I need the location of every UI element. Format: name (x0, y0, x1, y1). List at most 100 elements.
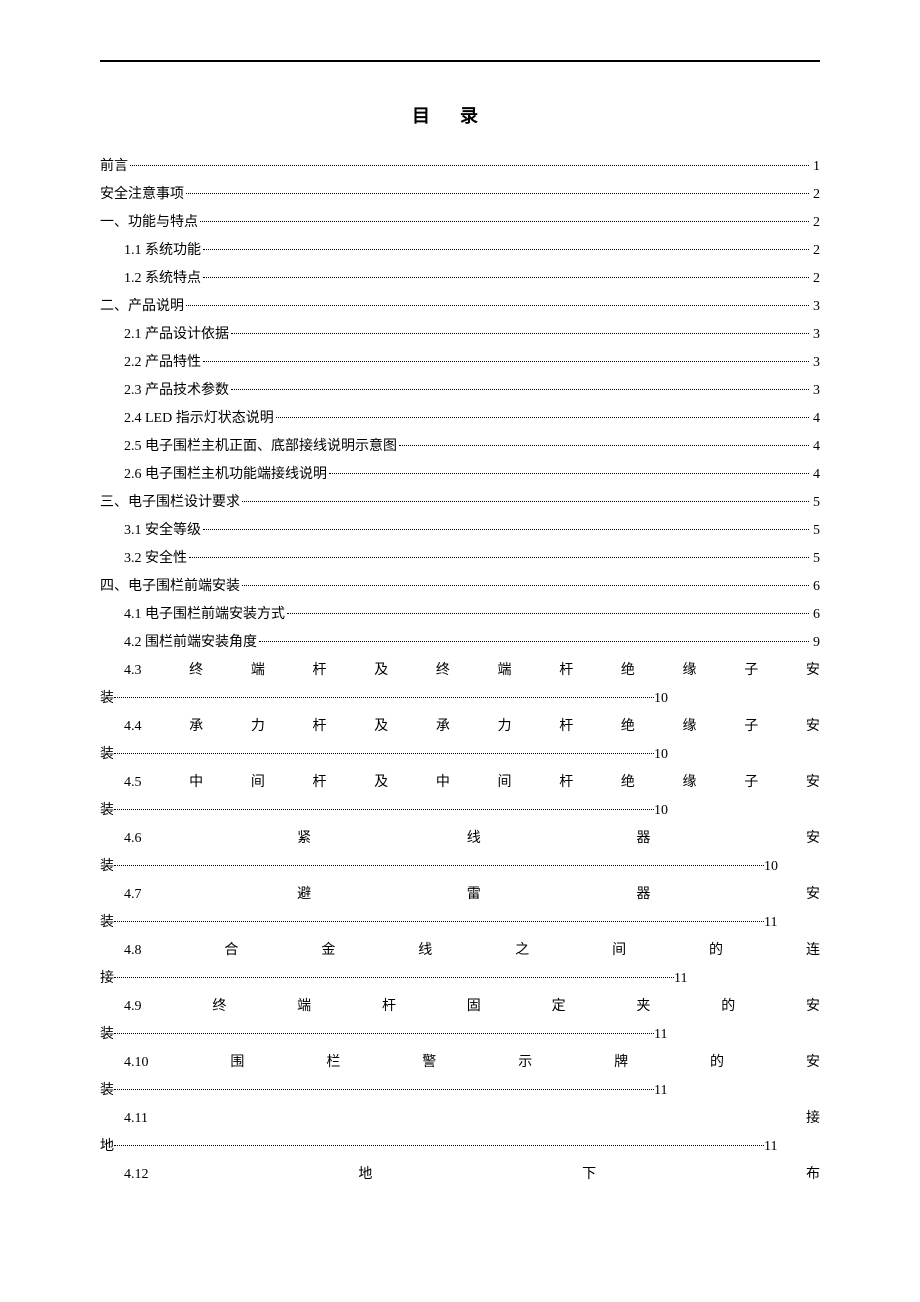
toc-justified-char: 的 (721, 993, 735, 1021)
toc-justified-char: 绝 (621, 769, 635, 797)
toc-leader-dots (203, 277, 809, 278)
toc-entry: 4.1 电子围栏前端安装方式6 (100, 601, 820, 629)
toc-entry-label: 2.6 电子围栏主机功能端接线说明 (100, 461, 327, 489)
toc-entry-justified: 4.12地下布 (100, 1161, 820, 1189)
toc-justified-char: 4.10 (124, 1049, 149, 1077)
toc-justified-char: 避 (297, 881, 311, 909)
toc-leader-dots (203, 249, 809, 250)
toc-justified-char: 安 (806, 657, 820, 685)
toc-justified-char: 杆 (559, 769, 573, 797)
toc-entry-justified: 4.5中间杆及中间杆绝缘子安 (100, 769, 820, 797)
toc-page-number: 6 (811, 601, 820, 629)
toc-justified-char: 夹 (636, 993, 650, 1021)
toc-justified-char: 警 (422, 1049, 436, 1077)
toc-leader-dots (203, 361, 809, 362)
toc-justified-char: 栏 (326, 1049, 340, 1077)
toc-page-number: 4 (811, 461, 820, 489)
toc-page-number: 10 (654, 741, 668, 769)
toc-leader-dots (114, 921, 764, 922)
toc-leader-dots (231, 333, 809, 334)
toc-entry: 2.5 电子围栏主机正面、底部接线说明示意图4 (100, 433, 820, 461)
toc-page-number: 2 (811, 181, 820, 209)
toc-entry-justified: 4.6紧线器安 (100, 825, 820, 853)
toc-justified-char: 间 (251, 769, 265, 797)
toc-page-number: 3 (811, 321, 820, 349)
toc-justified-char: 端 (297, 993, 311, 1021)
toc-justified-char: 终 (189, 657, 203, 685)
toc-justified-char: 4.7 (124, 881, 142, 909)
toc-entry-continuation: 地11 (100, 1133, 820, 1161)
toc-justified-char: 紧 (297, 825, 311, 853)
toc-page-number: 4 (811, 433, 820, 461)
toc-entry-continuation: 装 10 (100, 741, 820, 769)
toc-leader-dots (329, 473, 809, 474)
toc-justified-char: 端 (251, 657, 265, 685)
toc-continuation-label: 地 (100, 1133, 114, 1161)
toc-page-number: 11 (654, 1021, 667, 1049)
toc-entry-label: 一、功能与特点 (100, 209, 198, 237)
toc-entry-justified: 4.7避雷器安 (100, 881, 820, 909)
toc-justified-char: 的 (709, 937, 723, 965)
toc-justified-char: 4.8 (124, 937, 142, 965)
toc-leader-dots (186, 305, 809, 306)
toc-leader-dots (114, 865, 764, 866)
toc-entry: 1.1 系统功能2 (100, 237, 820, 265)
toc-leader-dots (114, 1145, 764, 1146)
toc-leader-dots (399, 445, 809, 446)
toc-entry: 三、电子围栏设计要求5 (100, 489, 820, 517)
toc-entry: 3.2 安全性5 (100, 545, 820, 573)
toc-page-number: 2 (811, 209, 820, 237)
toc-justified-char: 4.11 (124, 1105, 148, 1133)
top-rule (100, 60, 820, 62)
toc-justified-char: 固 (467, 993, 481, 1021)
toc-justified-char: 杆 (313, 769, 327, 797)
toc-justified-char: 4.6 (124, 825, 142, 853)
toc-justified-char: 器 (636, 825, 650, 853)
toc-justified-char: 承 (189, 713, 203, 741)
toc-leader-dots (186, 193, 809, 194)
toc-page-number: 5 (811, 517, 820, 545)
toc-entry-label: 3.2 安全性 (100, 545, 187, 573)
toc-continuation-label: 装 (100, 741, 114, 769)
toc-justified-char: 器 (636, 881, 650, 909)
toc-justified-char: 绝 (621, 713, 635, 741)
toc-justified-char: 之 (515, 937, 529, 965)
toc-justified-char: 定 (552, 993, 566, 1021)
toc-justified-char: 缘 (683, 657, 697, 685)
toc-page-number: 1 (811, 153, 820, 181)
toc-entry-label: 2.2 产品特性 (100, 349, 201, 377)
toc-justified-char: 中 (189, 769, 203, 797)
toc-leader-dots (114, 977, 674, 978)
toc-entry-label: 1.2 系统特点 (100, 265, 201, 293)
toc-justified-char: 的 (710, 1049, 724, 1077)
toc-justified-char: 子 (744, 713, 758, 741)
toc-leader-dots (189, 557, 809, 558)
toc-page-number: 3 (811, 349, 820, 377)
toc-justified-char: 杆 (313, 657, 327, 685)
toc-justified-char: 子 (744, 657, 758, 685)
toc-justified-char: 终 (436, 657, 450, 685)
toc-entry: 四、电子围栏前端安装6 (100, 573, 820, 601)
toc-entry: 1.2 系统特点2 (100, 265, 820, 293)
toc-justified-char: 及 (374, 657, 388, 685)
toc-justified-char: 端 (498, 657, 512, 685)
toc-entry-continuation: 装11 (100, 909, 820, 937)
toc-justified-char: 杆 (313, 713, 327, 741)
toc-justified-char: 承 (436, 713, 450, 741)
toc-justified-char: 牌 (614, 1049, 628, 1077)
toc-justified-char: 雷 (467, 881, 481, 909)
toc-entry-justified: 4.11接 (100, 1105, 820, 1133)
toc-justified-char: 示 (518, 1049, 532, 1077)
toc-entry-justified: 4.3终端杆及终端杆绝缘子安 (100, 657, 820, 685)
toc-continuation-label: 装 (100, 853, 114, 881)
toc-entry-label: 2.3 产品技术参数 (100, 377, 229, 405)
toc-entry: 一、功能与特点 2 (100, 209, 820, 237)
toc-leader-dots (276, 417, 809, 418)
document-page: 目录 前言1安全注意事项2一、功能与特点21.1 系统功能21.2 系统特点2二… (0, 0, 920, 1229)
toc-justified-char: 安 (806, 993, 820, 1021)
toc-justified-char: 间 (498, 769, 512, 797)
toc-justified-char: 终 (212, 993, 226, 1021)
toc-leader-dots (203, 529, 809, 530)
toc-entry-continuation: 装11 (100, 1077, 820, 1105)
toc-justified-char: 力 (251, 713, 265, 741)
